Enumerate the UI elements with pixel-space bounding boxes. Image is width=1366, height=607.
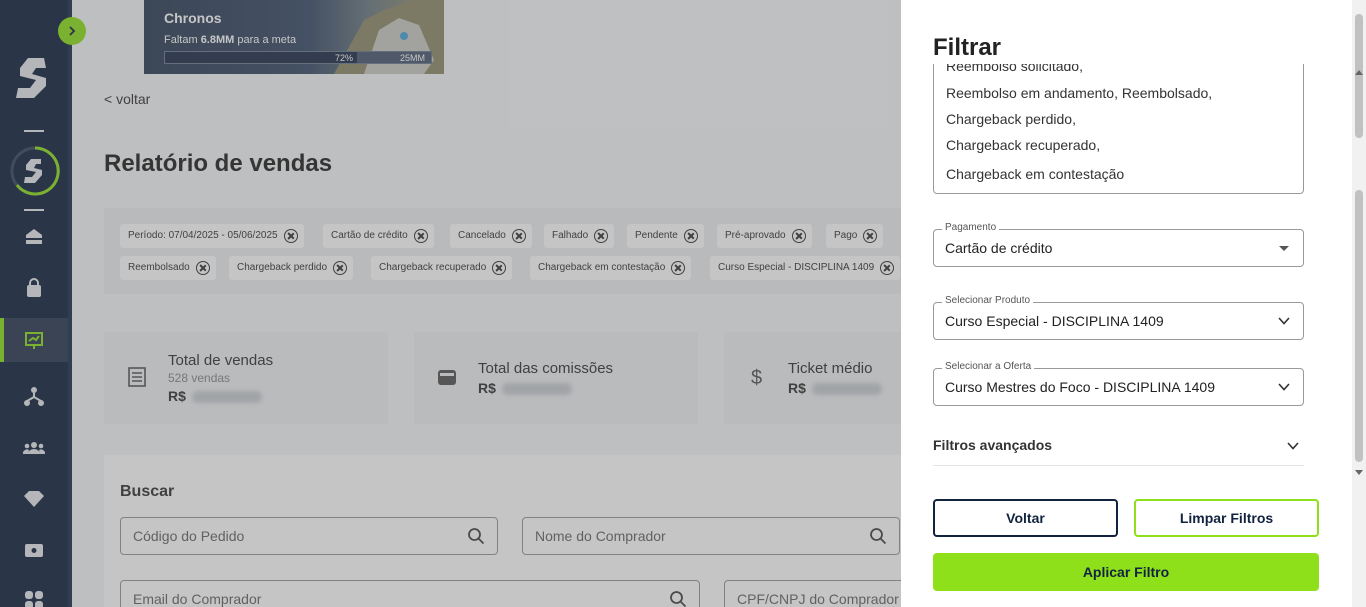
field-label: Selecionar Produto: [942, 295, 1034, 306]
clear-filters-button[interactable]: Limpar Filtros: [1134, 499, 1319, 537]
field-value: Curso Especial - DISCIPLINA 1409: [945, 313, 1164, 329]
panel-scroll-thumb[interactable]: [1355, 190, 1363, 462]
field-value: Curso Mestres do Foco - DISCIPLINA 1409: [945, 379, 1215, 395]
caret-down-icon: [1279, 246, 1289, 251]
panel-title: Filtrar: [933, 34, 1002, 61]
payment-select[interactable]: Pagamento Cartão de crédito: [933, 222, 1304, 267]
status-line: Chargeback em contestação: [946, 166, 1125, 182]
scroll-up-icon[interactable]: [1355, 70, 1363, 75]
page-scroll-thumb[interactable]: [1355, 14, 1363, 138]
status-line: Chargeback recuperado,: [946, 137, 1101, 153]
filter-panel: Filtrar Reembolso solicitado, Reembolso …: [901, 0, 1366, 607]
chevron-down-icon: [1278, 317, 1290, 325]
panel-scrollbar[interactable]: [1352, 0, 1366, 607]
chevron-down-icon: [1287, 442, 1299, 450]
field-label: Selecionar a Oferta: [942, 361, 1035, 372]
chevron-down-icon: [1278, 383, 1290, 391]
advanced-filters-label: Filtros avançados: [933, 437, 1053, 453]
offer-select[interactable]: Selecionar a Oferta Curso Mestres do Foc…: [933, 361, 1304, 406]
apply-filter-button[interactable]: Aplicar Filtro: [933, 553, 1319, 591]
status-line: Chargeback perdido,: [946, 111, 1076, 127]
status-multiselect[interactable]: Reembolso solicitado, Reembolso em andam…: [933, 64, 1304, 194]
advanced-filters-toggle[interactable]: Filtros avançados: [933, 432, 1304, 466]
field-label: Pagamento: [942, 222, 1000, 233]
status-line: Reembolso solicitado,: [946, 64, 1083, 74]
field-value: Cartão de crédito: [945, 240, 1053, 256]
scroll-down-icon[interactable]: [1355, 470, 1363, 475]
product-select[interactable]: Selecionar Produto Curso Especial - DISC…: [933, 295, 1304, 340]
status-line: Reembolso em andamento, Reembolsado,: [946, 85, 1213, 101]
modal-backdrop[interactable]: [0, 0, 901, 607]
back-button[interactable]: Voltar: [933, 499, 1118, 537]
